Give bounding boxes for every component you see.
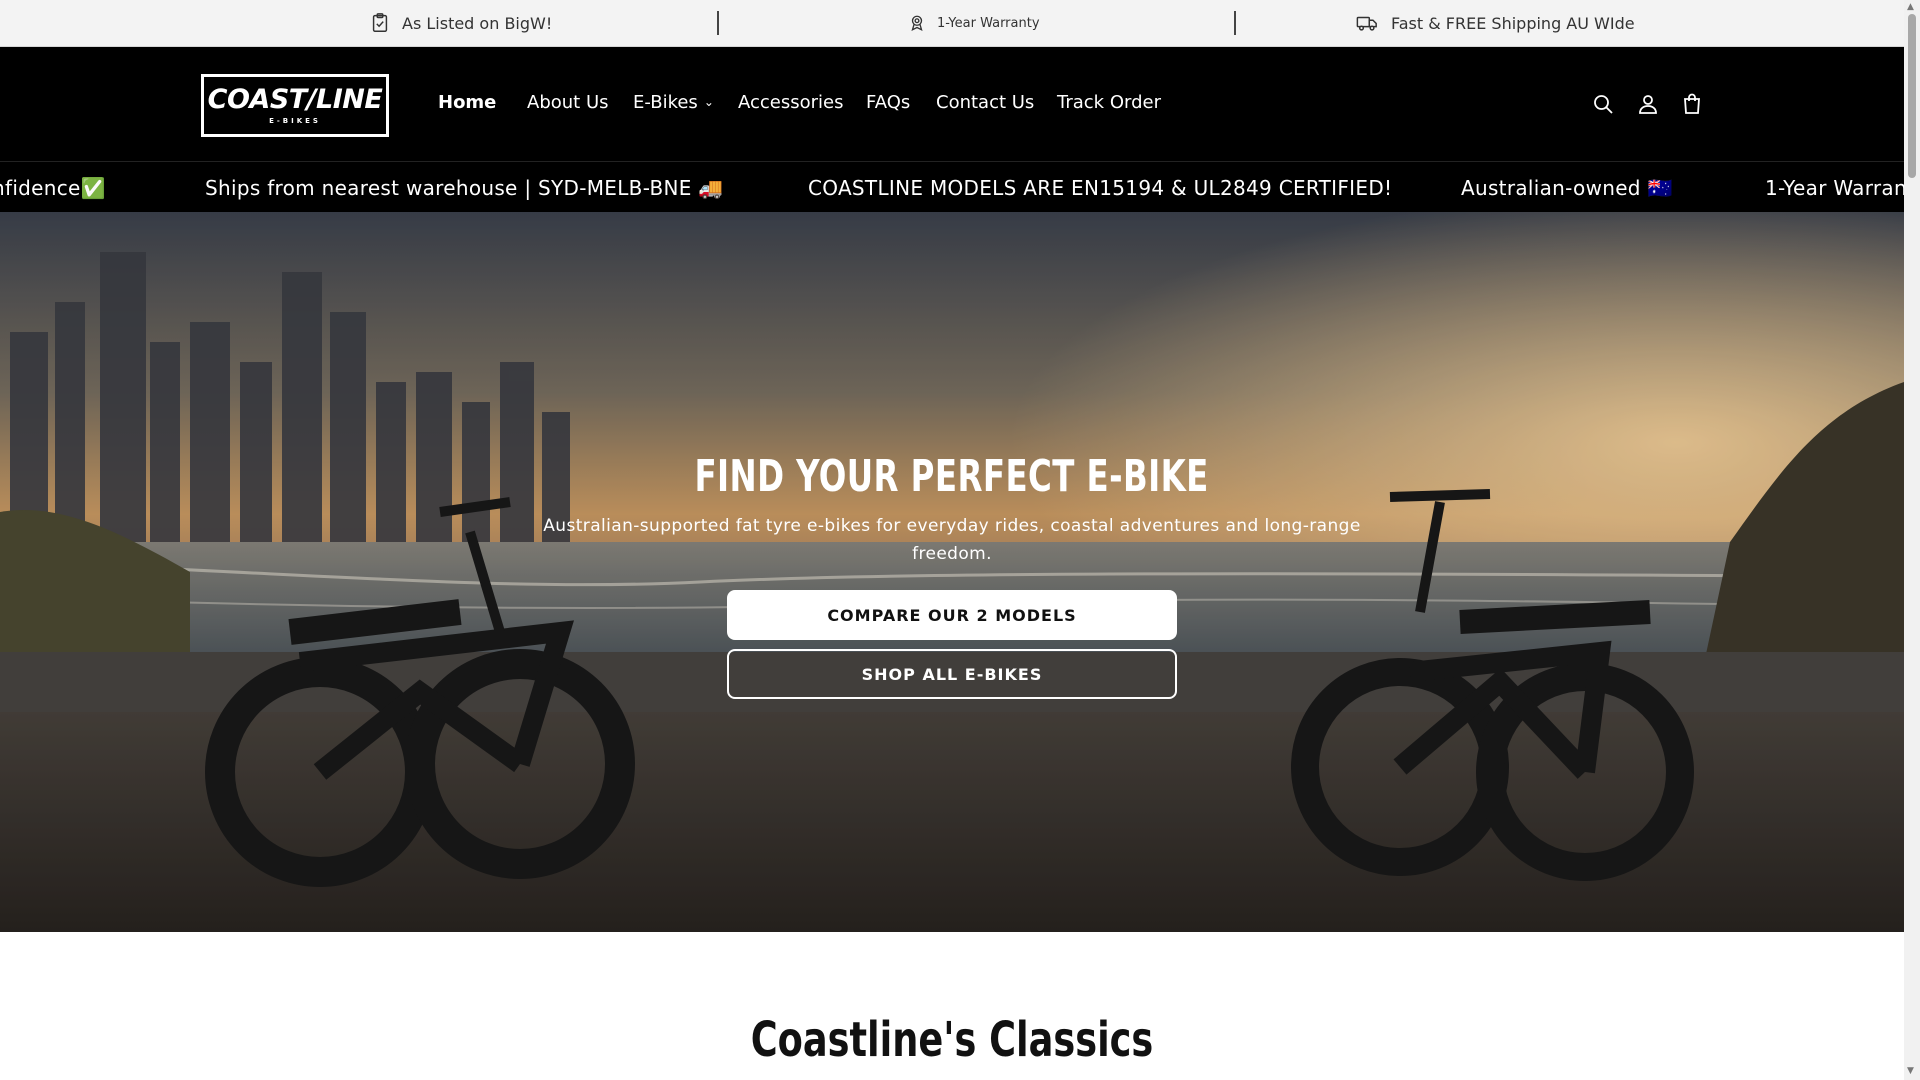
ticker-item: COASTLINE MODELS ARE EN15194 & UL2849 CE… <box>808 176 1393 200</box>
nav-about-us[interactable]: About Us <box>527 92 609 113</box>
scrollbar-thumb[interactable] <box>1908 14 1916 178</box>
topbar-label: As Listed on BigW! <box>402 13 553 33</box>
award-badge-icon <box>911 15 923 32</box>
ticker-item: 1-Year Warranty <box>1765 176 1904 200</box>
ticker-item: Australian-owned 🇦🇺 <box>1461 176 1673 200</box>
clipboard-check-icon <box>372 13 388 32</box>
nav-e-bikes-label: E-Bikes <box>633 92 698 113</box>
section-title-classics: Coastline's Classics <box>750 1012 1154 1068</box>
logo-wordmark: COAST/LINE <box>207 84 383 115</box>
logo-tagline: E-BIKES <box>269 117 321 125</box>
nav-home[interactable]: Home <box>438 92 496 113</box>
truck-icon <box>1356 16 1377 31</box>
site-header: COAST/LINE E-BIKES Home About Us E-Bikes… <box>0 47 1904 161</box>
topbar-label: Fast & FREE Shipping AU WIde <box>1391 13 1635 33</box>
scroll-up-arrow-icon[interactable]: ▲ <box>1907 2 1914 12</box>
account-icon[interactable] <box>1636 92 1660 116</box>
nav-contact-us[interactable]: Contact Us <box>936 92 1034 113</box>
hero-content: FIND YOUR PERFECT E-BIKE Australian-supp… <box>0 212 1904 932</box>
hero-title: FIND YOUR PERFECT E-BIKE <box>694 451 1210 502</box>
page: { "topbar": { "items": [ {"icon": "clipb… <box>0 0 1920 1080</box>
shop-all-ebikes-button[interactable]: SHOP ALL E-BIKES <box>727 649 1177 699</box>
ticker-item: nfidence✅ <box>0 176 106 200</box>
chevron-down-icon: ⌄ <box>703 95 714 109</box>
topbar-label: 1-Year Warranty <box>937 15 1040 31</box>
topbar-item-shipping: Fast & FREE Shipping AU WIde <box>1354 12 1635 34</box>
coastline-logo[interactable]: COAST/LINE E-BIKES <box>201 74 389 137</box>
hero-banner: FIND YOUR PERFECT E-BIKE Australian-supp… <box>0 212 1904 932</box>
divider <box>717 11 719 35</box>
ticker-item: Ships from nearest warehouse | SYD-MELB-… <box>205 176 724 200</box>
page-scrollbar[interactable]: ▲ ▼ <box>1904 0 1920 1080</box>
cart-icon[interactable] <box>1680 92 1704 116</box>
scroll-down-arrow-icon[interactable]: ▼ <box>1907 1066 1914 1076</box>
nav-track-order[interactable]: Track Order <box>1057 92 1161 113</box>
announcement-bar: As Listed on BigW! 1-Year Warranty Fast … <box>0 0 1904 47</box>
nav-e-bikes[interactable]: E-Bikes ⌄ <box>633 92 714 113</box>
nav-faqs[interactable]: FAQs <box>866 92 910 113</box>
topbar-item-warranty: 1-Year Warranty <box>908 14 1040 32</box>
hero-subtitle: Australian-supported fat tyre e-bikes fo… <box>543 516 1361 564</box>
marquee-ticker: nfidence✅ Ships from nearest warehouse |… <box>0 161 1904 212</box>
divider <box>1234 11 1236 35</box>
nav-accessories[interactable]: Accessories <box>738 92 844 113</box>
search-icon[interactable] <box>1591 92 1615 116</box>
compare-models-button[interactable]: COMPARE OUR 2 MODELS <box>727 590 1177 640</box>
topbar-item-bigw: As Listed on BigW! <box>369 12 552 34</box>
